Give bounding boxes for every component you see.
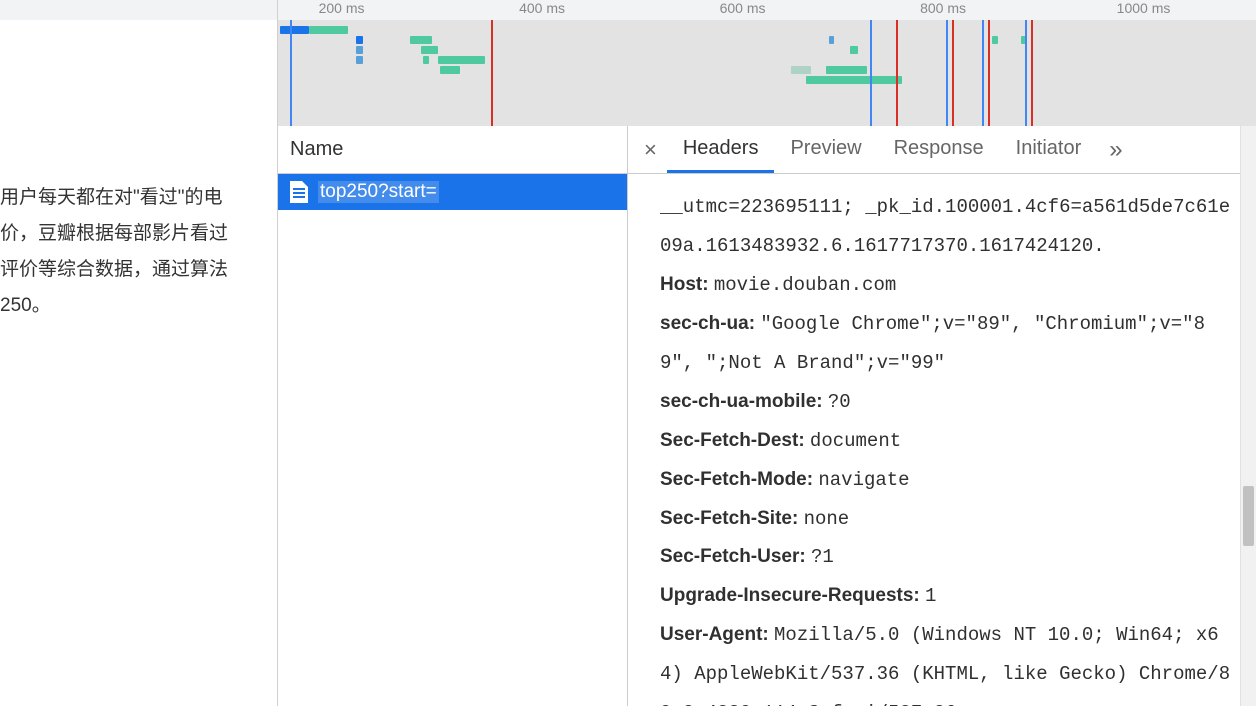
waterfall-bar[interactable]	[356, 46, 363, 54]
header-name: Upgrade-Insecure-Requests:	[660, 585, 925, 606]
timeline-event-line	[1025, 20, 1027, 126]
header-value: navigate	[818, 469, 909, 491]
header-name: sec-ch-ua:	[660, 313, 760, 334]
tab-headers[interactable]: Headers	[667, 127, 775, 173]
header-entry: Sec-Fetch-Site: none	[660, 500, 1236, 539]
timeline-event-line	[1031, 20, 1033, 126]
header-value: ?0	[828, 391, 851, 413]
waterfall-bar[interactable]	[791, 66, 811, 74]
page-text: 用户每天都在对"看过"的电 价，豆瓣根据每部影片看过 评价等综合数据，通过算法 …	[0, 20, 277, 324]
waterfall-bar[interactable]	[850, 46, 858, 54]
ruler-tick: 600 ms	[720, 0, 766, 16]
ruler-tick: 400 ms	[519, 0, 565, 16]
timeline-event-line	[982, 20, 984, 126]
timeline-event-line	[290, 20, 292, 126]
waterfall-bar[interactable]	[992, 36, 998, 44]
document-icon	[290, 181, 308, 203]
tabs-overflow-icon[interactable]: »	[1097, 136, 1134, 164]
page-content-panel: 用户每天都在对"看过"的电 价，豆瓣根据每部影片看过 评价等综合数据，通过算法 …	[0, 0, 277, 706]
header-value: 1	[925, 585, 936, 607]
header-name: Sec-Fetch-Site:	[660, 508, 804, 529]
waterfall-bar[interactable]	[356, 36, 363, 44]
header-value: none	[804, 508, 850, 530]
waterfall-bar[interactable]	[423, 56, 429, 64]
header-value: movie.douban.com	[714, 274, 896, 296]
request-name: top250?start=	[318, 181, 439, 203]
request-list: Name top250?start=	[278, 126, 628, 706]
network-lower: Name top250?start= × HeadersPreviewRespo…	[278, 126, 1256, 706]
header-entry: sec-ch-ua-mobile: ?0	[660, 383, 1236, 422]
timeline-event-line	[946, 20, 948, 126]
timeline-event-line	[491, 20, 493, 126]
timeline-waterfall[interactable]	[278, 20, 1256, 126]
header-name: Sec-Fetch-Mode:	[660, 469, 818, 490]
page-panel-top-bg	[0, 0, 277, 20]
request-list-header-name[interactable]: Name	[278, 126, 627, 174]
header-entry: User-Agent: Mozilla/5.0 (Windows NT 10.0…	[660, 616, 1236, 706]
timeline-event-line	[988, 20, 990, 126]
request-row[interactable]: top250?start=	[278, 174, 627, 210]
request-detail-panel: × HeadersPreviewResponseInitiator » __ut…	[628, 126, 1256, 706]
waterfall-bar[interactable]	[410, 36, 432, 44]
header-cookie-continuation: __utmc=223695111; _pk_id.100001.4cf6=a56…	[660, 188, 1236, 266]
header-name: Sec-Fetch-Dest:	[660, 430, 810, 451]
waterfall-bar[interactable]	[356, 56, 363, 64]
header-entry: sec-ch-ua: "Google Chrome";v="89", "Chro…	[660, 305, 1236, 383]
timeline-event-line	[896, 20, 898, 126]
header-name: Host:	[660, 274, 714, 295]
waterfall-bar[interactable]	[309, 26, 348, 34]
header-entry: Sec-Fetch-Dest: document	[660, 422, 1236, 461]
page-line: 250。	[0, 288, 277, 324]
waterfall-bar[interactable]	[440, 66, 460, 74]
devtools-panel: 200 ms400 ms600 ms800 ms1000 ms1200 ms N…	[277, 0, 1256, 706]
timeline-ruler: 200 ms400 ms600 ms800 ms1000 ms1200 ms	[278, 0, 1256, 20]
page-line: 价，豆瓣根据每部影片看过	[0, 216, 277, 252]
timeline-event-line	[870, 20, 872, 126]
waterfall-bar[interactable]	[855, 76, 902, 84]
detail-tabs: × HeadersPreviewResponseInitiator »	[628, 126, 1256, 174]
waterfall-bar[interactable]	[280, 26, 309, 34]
headers-content[interactable]: __utmc=223695111; _pk_id.100001.4cf6=a56…	[628, 174, 1256, 706]
tab-response[interactable]: Response	[878, 127, 1000, 173]
header-value: document	[810, 430, 901, 452]
header-entry: Host: movie.douban.com	[660, 266, 1236, 305]
header-name: sec-ch-ua-mobile:	[660, 391, 828, 412]
header-entry: Sec-Fetch-User: ?1	[660, 538, 1236, 577]
waterfall-bar[interactable]	[421, 46, 439, 54]
header-entry: Upgrade-Insecure-Requests: 1	[660, 577, 1236, 616]
ruler-tick: 800 ms	[920, 0, 966, 16]
waterfall-bar[interactable]	[826, 66, 867, 74]
close-icon[interactable]: ×	[634, 137, 667, 163]
waterfall-bar[interactable]	[829, 36, 835, 44]
network-timeline[interactable]: 200 ms400 ms600 ms800 ms1000 ms1200 ms	[278, 0, 1256, 126]
ruler-tick: 200 ms	[319, 0, 365, 16]
header-value: ?1	[811, 546, 834, 568]
tab-initiator[interactable]: Initiator	[1000, 127, 1098, 173]
page-line: 评价等综合数据，通过算法	[0, 252, 277, 288]
scrollbar-thumb[interactable]	[1243, 486, 1254, 546]
page-line: 用户每天都在对"看过"的电	[0, 180, 277, 216]
header-name: User-Agent:	[660, 624, 774, 645]
header-name: Sec-Fetch-User:	[660, 546, 811, 567]
header-entry: Sec-Fetch-Mode: navigate	[660, 461, 1236, 500]
waterfall-bar[interactable]	[438, 56, 485, 64]
ruler-tick: 1000 ms	[1117, 0, 1171, 16]
tab-preview[interactable]: Preview	[774, 127, 877, 173]
vertical-scrollbar[interactable]	[1240, 126, 1256, 706]
timeline-event-line	[952, 20, 954, 126]
